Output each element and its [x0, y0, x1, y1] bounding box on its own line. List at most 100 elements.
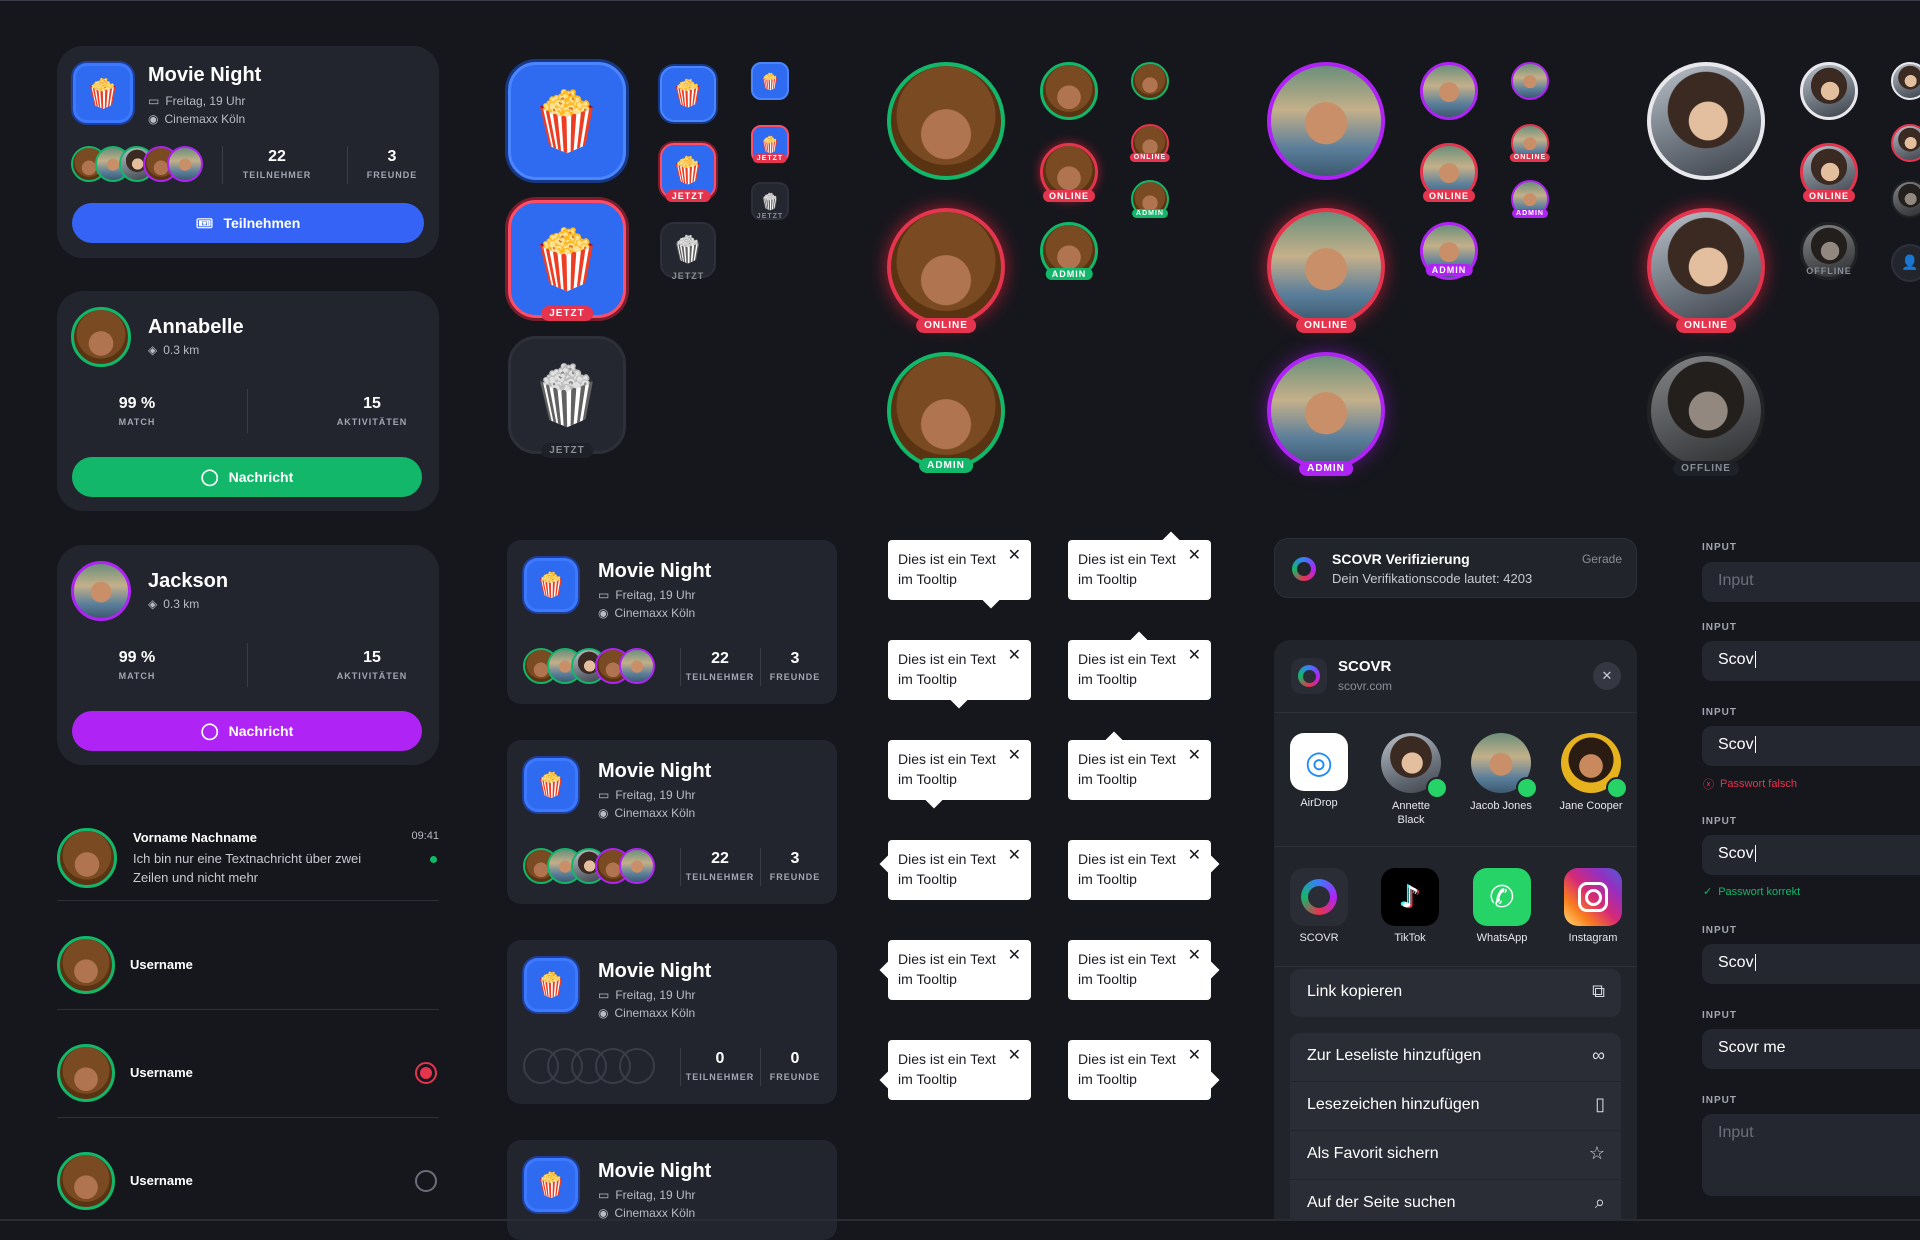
tooltip-arrow-bottom: Dies ist ein Text im Tooltip ✕ — [888, 640, 1031, 709]
user-icon: 👤 — [1901, 255, 1919, 271]
whatsapp-icon — [1516, 777, 1538, 799]
tooltip-arrow-bottom: Dies ist ein Text im Tooltip ✕ — [888, 740, 1031, 809]
chat-list-item[interactable]: Vorname Nachname Ich bin nur eine Textna… — [57, 820, 439, 900]
event-thumbnail: 🍿 — [524, 558, 578, 612]
close-icon[interactable]: ✕ — [1008, 546, 1021, 566]
input-typing[interactable]: Scov — [1702, 944, 1920, 984]
instagram-icon — [1578, 882, 1608, 912]
textarea-empty[interactable]: Input — [1702, 1114, 1920, 1196]
close-icon[interactable]: ✕ — [1008, 1046, 1021, 1066]
ticket-icon: 🎟 — [195, 214, 214, 231]
close-icon[interactable]: ✕ — [1188, 646, 1201, 666]
input-filled[interactable]: Scovr me — [1702, 1029, 1920, 1069]
close-icon[interactable]: ✕ — [1188, 946, 1201, 966]
airdrop-icon: ◎ — [1305, 743, 1333, 781]
user-row[interactable]: Username — [57, 1041, 439, 1105]
event-icon-large-inactive: 🍿 — [508, 336, 626, 454]
popcorn-icon: 🍿 — [760, 71, 780, 91]
message-button[interactable]: ◯ Nachricht — [72, 457, 422, 497]
event-icon-large: 🍿 — [508, 62, 626, 180]
share-app-scovr[interactable] — [1290, 868, 1348, 926]
event-title: Movie Night — [148, 64, 262, 86]
location-icon: ◉ — [598, 1206, 609, 1220]
avatar — [71, 561, 131, 621]
user-row[interactable]: Username — [57, 1149, 439, 1213]
tooltip-arrow-top: Dies ist ein Text im Tooltip ✕ — [1068, 531, 1211, 600]
text-cursor — [1754, 651, 1756, 668]
share-app-tiktok[interactable]: ♪ — [1381, 868, 1439, 926]
share-app-instagram[interactable] — [1564, 868, 1622, 926]
popcorn-icon: 🍿 — [85, 76, 121, 110]
close-icon[interactable]: ✕ — [1188, 1046, 1201, 1066]
event-card: 🍿 Movie Night ▭ Freitag, 19 Uhr ◉ Cinemaxx… — [57, 46, 439, 258]
close-icon[interactable]: ✕ — [1188, 846, 1201, 866]
avatar-large — [887, 62, 1005, 180]
input-success[interactable]: Scov — [1702, 835, 1920, 875]
radio-unselected[interactable] — [415, 1170, 437, 1192]
location-icon: ◉ — [148, 112, 159, 126]
event-ticket-card-empty[interactable]: 🍿 Movie Night ▭ Freitag, 19 Uhr ◉ Cinemaxx… — [507, 940, 837, 1104]
share-app-whatsapp[interactable]: ✆ — [1473, 868, 1531, 926]
success-message: ✓ Passwort korrekt — [1703, 885, 1801, 899]
profile-card-jackson: Jackson ◈ 0.3 km 99 % MATCH 15 AKTIVITÄTE… — [57, 545, 439, 765]
avatar-large — [1267, 62, 1385, 180]
action-favorite[interactable]: Als Favorit sichern ☆ — [1290, 1131, 1621, 1179]
avatar-medium — [1040, 62, 1098, 120]
close-icon[interactable]: ✕ — [1008, 846, 1021, 866]
close-icon[interactable]: ✕ — [1188, 546, 1201, 566]
close-icon[interactable]: ✕ — [1008, 646, 1021, 666]
event-thumbnail: 🍿 — [524, 758, 578, 812]
action-reading-list[interactable]: Zur Leseliste hinzufügen ∞ — [1290, 1033, 1621, 1081]
input-empty[interactable]: Input — [1702, 562, 1920, 602]
tiktok-icon: ♪ — [1400, 879, 1420, 915]
avatar — [57, 1044, 115, 1102]
close-icon[interactable]: ✕ — [1008, 946, 1021, 966]
tooltip-arrow-left: Dies ist ein Text im Tooltip ✕ — [879, 840, 1031, 900]
whatsapp-icon — [1606, 777, 1628, 799]
event-icon-medium: 🍿 — [660, 66, 716, 122]
avatar — [57, 936, 115, 994]
event-ticket-card[interactable]: 🍿 Movie Night ▭ Freitag, 19 Uhr ◉ Cinemaxx… — [507, 1140, 837, 1240]
close-icon[interactable]: ✕ — [1188, 746, 1201, 766]
avatar-stack — [523, 846, 663, 886]
search-icon: ⌕ — [1594, 1192, 1605, 1212]
radio-selected[interactable] — [415, 1062, 437, 1084]
action-bookmark[interactable]: Lesezeichen hinzufügen ▯ — [1290, 1082, 1621, 1130]
copy-link-button[interactable]: Link kopieren ⧉ — [1290, 969, 1621, 1017]
avatar-large-admin — [887, 352, 1005, 470]
glasses-icon: ∞ — [1592, 1045, 1605, 1065]
action-find-on-page[interactable]: Auf der Seite suchen ⌕ — [1290, 1180, 1621, 1219]
whatsapp-icon: ✆ — [1489, 879, 1515, 915]
close-icon[interactable]: ✕ — [1008, 746, 1021, 766]
avatar-small-online — [1891, 124, 1920, 162]
share-target-airdrop[interactable]: ◎ — [1290, 733, 1348, 791]
participants-count: 22 — [268, 148, 286, 165]
event-ticket-card[interactable]: 🍿 Movie Night ▭ Freitag, 19 Uhr ◉ Cinemaxx… — [507, 540, 837, 704]
event-ticket-card[interactable]: 🍿 Movie Night ▭ Freitag, 19 Uhr ◉ Cinemaxx… — [507, 740, 837, 904]
avatar — [57, 828, 117, 888]
avatar — [57, 1152, 115, 1210]
friends-count: 3 — [387, 148, 397, 165]
event-thumbnail: 🍿 — [524, 1158, 578, 1212]
tooltip-arrow-right: Dies ist ein Text im Tooltip ✕ — [1068, 1040, 1220, 1100]
push-notification[interactable]: SCOVR Verifizierung Dein Verifikationsco… — [1274, 538, 1637, 598]
input-focused[interactable]: Scov — [1702, 641, 1920, 681]
calendar-icon: ▭ — [598, 988, 610, 1002]
input-error[interactable]: Scov — [1702, 726, 1920, 766]
scovr-logo-icon — [1292, 557, 1316, 581]
distance-icon: ◈ — [148, 597, 158, 611]
event-thumbnail: 🍿 — [524, 958, 578, 1012]
avatar-large-online — [1647, 208, 1765, 326]
copy-icon: ⧉ — [1592, 981, 1605, 1001]
calendar-icon: ▭ — [598, 588, 610, 602]
popcorn-icon: 🍿 — [760, 191, 780, 211]
message-button[interactable]: ◯ Nachricht — [72, 711, 422, 751]
join-button[interactable]: 🎟 Teilnehmen — [72, 203, 424, 243]
tooltip-arrow-right: Dies ist ein Text im Tooltip ✕ — [1068, 940, 1220, 1000]
close-button[interactable]: ✕ — [1593, 662, 1621, 690]
avatar-large-offline — [1647, 352, 1765, 470]
calendar-icon: ▭ — [598, 1188, 610, 1202]
avatar-stack-empty — [523, 1046, 663, 1086]
chat-time: 09:41 — [411, 830, 439, 842]
user-row[interactable]: Username — [57, 933, 439, 997]
